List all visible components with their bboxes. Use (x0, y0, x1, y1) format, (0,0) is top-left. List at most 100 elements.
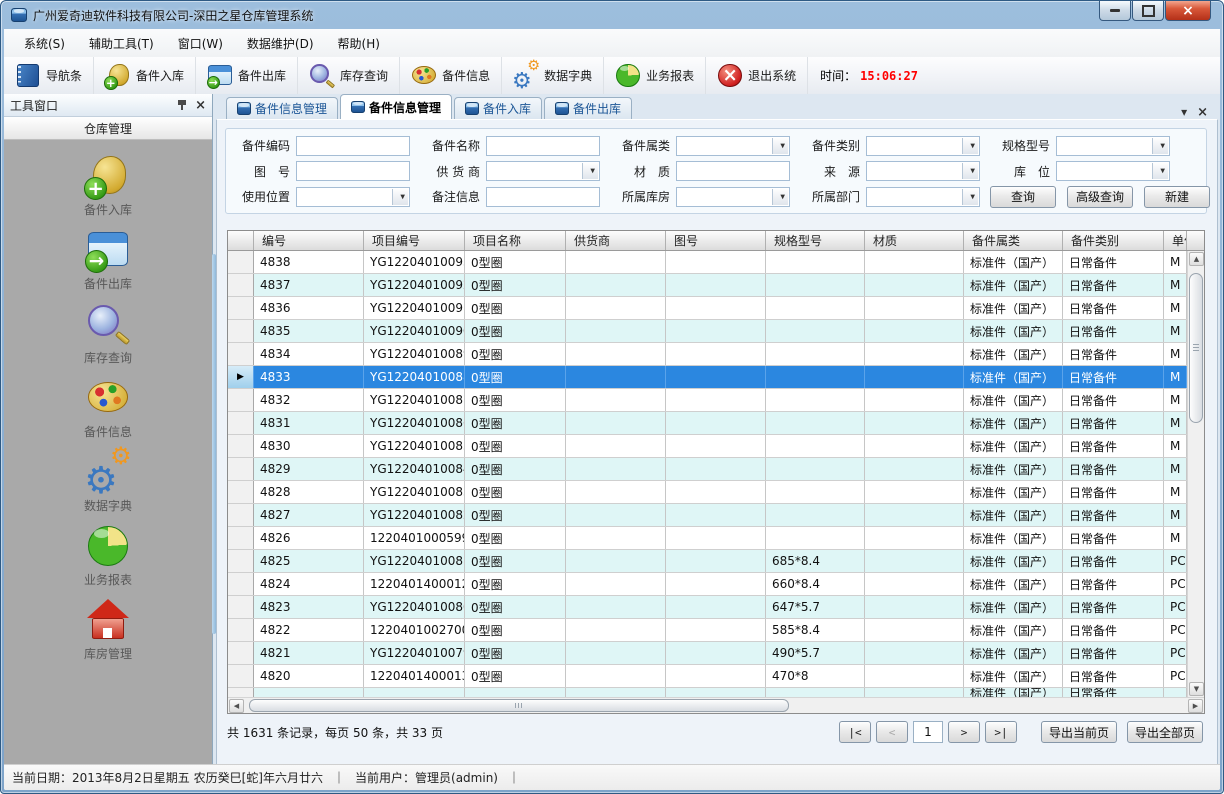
cell[interactable] (1164, 688, 1187, 697)
cell[interactable]: YG12204010080 (364, 596, 465, 618)
toolbar-button[interactable]: 数据字典 (502, 57, 604, 94)
horizontal-scroll-thumb[interactable] (249, 699, 789, 712)
field-input[interactable] (866, 187, 980, 207)
export-all-pages-button[interactable]: 导出全部页 (1127, 721, 1203, 743)
cell[interactable] (566, 642, 666, 664)
cell[interactable]: 标准件（国产） (964, 435, 1063, 457)
menu-item[interactable]: 辅助工具(T) (77, 31, 166, 56)
cell[interactable] (566, 389, 666, 411)
row-selector[interactable] (228, 550, 254, 572)
cell[interactable]: YG12204010081 (364, 550, 465, 572)
cell[interactable]: 日常备件 (1063, 251, 1164, 273)
cell[interactable]: 470*8 (766, 665, 865, 687)
cell[interactable]: 标准件（国产） (964, 619, 1063, 641)
scroll-right-icon[interactable]: ▶ (1188, 699, 1203, 713)
cell[interactable] (666, 343, 766, 365)
row-selector[interactable] (228, 343, 254, 365)
cell[interactable] (254, 688, 364, 697)
scroll-left-icon[interactable]: ◀ (229, 699, 244, 713)
sidebar-item[interactable]: 备件入库 (84, 154, 132, 218)
cell[interactable]: M (1164, 458, 1187, 480)
cell[interactable]: YG12204010090 (364, 320, 465, 342)
row-selector[interactable] (228, 389, 254, 411)
cell[interactable] (766, 458, 865, 480)
cell[interactable] (766, 481, 865, 503)
menu-item[interactable]: 帮助(H) (326, 31, 392, 56)
cell[interactable]: 标准件（国产） (964, 550, 1063, 572)
cell[interactable] (865, 412, 964, 434)
cell[interactable]: M (1164, 297, 1187, 319)
sidebar-item[interactable]: 库存查询 (84, 302, 132, 366)
close-button[interactable]: × (1165, 1, 1211, 21)
field-input[interactable] (296, 136, 410, 156)
cell[interactable] (666, 688, 766, 697)
cell[interactable] (666, 596, 766, 618)
minimize-button[interactable] (1099, 1, 1131, 21)
cell[interactable]: 685*8.4 (766, 550, 865, 572)
table-row-partial[interactable]: 标准件（国产）日常备件 (228, 688, 1187, 697)
cell[interactable]: 标准件（国产） (964, 665, 1063, 687)
cell[interactable]: 4831 (254, 412, 364, 434)
field-input[interactable] (486, 161, 600, 181)
table-row[interactable]: 4836YG122040100910型圈标准件（国产）日常备件M (228, 297, 1187, 320)
cell[interactable]: 0型圈 (465, 297, 566, 319)
table-row[interactable]: 482412204014000120型圈660*8.4标准件（国产）日常备件PC (228, 573, 1187, 596)
cell[interactable]: 日常备件 (1063, 596, 1164, 618)
cell[interactable] (566, 343, 666, 365)
cell[interactable]: PC (1164, 550, 1187, 572)
cell[interactable] (766, 527, 865, 549)
sidebar-group-header[interactable]: 仓库管理 (4, 117, 212, 140)
toolbar-button[interactable]: 导航条 (4, 57, 94, 94)
cell[interactable]: 标准件（国产） (964, 596, 1063, 618)
cell[interactable]: PC (1164, 596, 1187, 618)
cell[interactable] (465, 688, 566, 697)
cell[interactable]: 标准件（国产） (964, 389, 1063, 411)
table-row[interactable]: 4831YG122040100860型圈标准件（国产）日常备件M (228, 412, 1187, 435)
cell[interactable] (666, 642, 766, 664)
cell[interactable] (766, 389, 865, 411)
cell[interactable]: 4834 (254, 343, 364, 365)
row-selector[interactable] (228, 297, 254, 319)
column-header[interactable]: 项目名称 (465, 231, 566, 250)
sidebar-item[interactable]: 备件出库 (84, 228, 132, 292)
cell[interactable]: 标准件（国产） (964, 274, 1063, 296)
cell[interactable]: 1220401000599 (364, 527, 465, 549)
cell[interactable]: 日常备件 (1063, 642, 1164, 664)
cell[interactable]: 标准件（国产） (964, 251, 1063, 273)
cell[interactable]: 0型圈 (465, 343, 566, 365)
cell[interactable]: 日常备件 (1063, 550, 1164, 572)
cell[interactable]: YG12204010093 (364, 251, 465, 273)
cell[interactable]: 4833 (254, 366, 364, 388)
row-selector[interactable]: ▶ (228, 366, 254, 388)
cell[interactable] (566, 665, 666, 687)
cell[interactable]: 标准件（国产） (964, 642, 1063, 664)
table-row[interactable]: 4829YG122040100840型圈标准件（国产）日常备件M (228, 458, 1187, 481)
column-header[interactable]: 编号 (254, 231, 364, 250)
field-input[interactable] (676, 161, 790, 181)
menu-item[interactable]: 系统(S) (12, 31, 77, 56)
cell[interactable]: 585*8.4 (766, 619, 865, 641)
cell[interactable]: 0型圈 (465, 274, 566, 296)
cell[interactable]: 4838 (254, 251, 364, 273)
field-input[interactable] (296, 187, 410, 207)
field-input[interactable] (866, 136, 980, 156)
cell[interactable]: 490*5.7 (766, 642, 865, 664)
cell[interactable]: M (1164, 481, 1187, 503)
row-selector[interactable] (228, 688, 254, 697)
row-selector[interactable] (228, 274, 254, 296)
tool-window-close-icon[interactable]: × (195, 99, 206, 112)
cell[interactable] (865, 274, 964, 296)
column-header[interactable]: 规格型号 (766, 231, 865, 250)
horizontal-scrollbar[interactable]: ◀ ▶ (228, 697, 1204, 713)
field-input[interactable] (486, 136, 600, 156)
cell[interactable] (865, 642, 964, 664)
cell[interactable] (666, 665, 766, 687)
cell[interactable]: M (1164, 251, 1187, 273)
cell[interactable]: M (1164, 389, 1187, 411)
cell[interactable] (766, 688, 865, 697)
menu-item[interactable]: 窗口(W) (166, 31, 235, 56)
cell[interactable]: 647*5.7 (766, 596, 865, 618)
previous-page-button[interactable]: < (876, 721, 908, 743)
cell[interactable]: 0型圈 (465, 665, 566, 687)
page-number-input[interactable]: 1 (913, 721, 943, 743)
